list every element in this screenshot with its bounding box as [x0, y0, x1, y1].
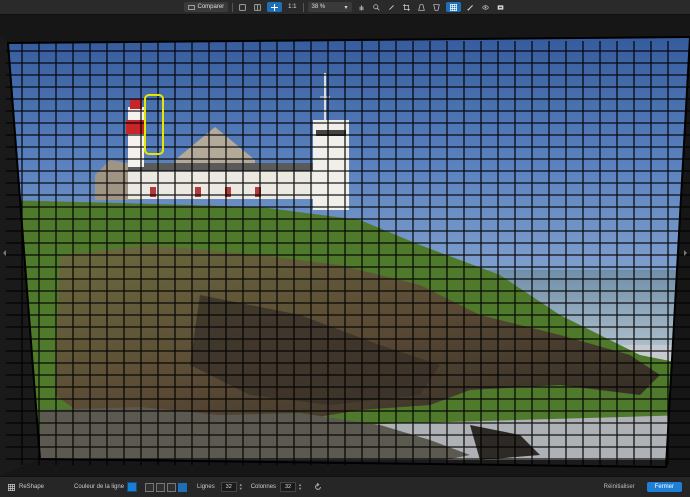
hand-tool-button[interactable] — [356, 2, 367, 12]
single-view-button[interactable] — [237, 2, 248, 12]
overlay-button[interactable] — [495, 2, 506, 12]
perspective-tool-button[interactable] — [416, 2, 427, 12]
eye-icon — [481, 4, 489, 11]
top-toolbar: Comparer 1:1 38 % ▾ — [0, 0, 690, 15]
chevron-down-icon: ▾ — [344, 4, 348, 11]
toolbar-divider — [302, 2, 304, 12]
tool-title: ReShape — [0, 483, 74, 491]
columns-label: Colonnes — [250, 484, 277, 490]
reshape-options-bar: ReShape Couleur de la ligne Lignes 32 ▲ ▼… — [0, 476, 690, 497]
move-tool-button[interactable] — [267, 2, 283, 12]
brush-tool-button[interactable] — [465, 2, 476, 12]
rows-input[interactable]: 32 — [220, 482, 237, 492]
reset-grid-icon[interactable] — [314, 482, 322, 491]
overlay-icon — [497, 4, 504, 11]
compare-label: Comparer — [197, 4, 225, 10]
grid-mode-button-3[interactable] — [167, 482, 177, 492]
preview-toggle-button[interactable] — [480, 2, 491, 12]
image-canvas[interactable] — [0, 15, 690, 476]
grid-mode-button-1[interactable] — [145, 482, 155, 492]
zoom-1-1-button[interactable]: 1:1 — [286, 2, 298, 12]
columns-stepper[interactable]: ▲ ▼ — [298, 483, 302, 491]
close-button[interactable]: Fermer — [646, 482, 682, 492]
zoom-icon — [372, 3, 380, 11]
perspective-alt-button[interactable] — [431, 2, 442, 12]
split-view-button[interactable] — [252, 2, 263, 12]
line-color-label: Couleur de la ligne — [74, 484, 125, 490]
line-color-swatch[interactable] — [127, 482, 138, 492]
columns-input[interactable]: 32 — [280, 482, 297, 492]
compare-icon — [188, 4, 196, 11]
perspective-icon — [417, 3, 425, 11]
tool-name: ReShape — [19, 484, 45, 490]
split-view-icon — [254, 3, 261, 11]
reset-button[interactable]: Réinitialiser — [604, 484, 635, 490]
rows-label: Lignes — [197, 484, 215, 490]
crop-tool-button[interactable] — [401, 2, 412, 12]
reshape-grid-icon — [449, 3, 457, 11]
zoom-level: 38 % — [311, 4, 326, 10]
zoom-tool-button[interactable] — [371, 2, 382, 12]
grid-mode-button-2[interactable] — [156, 482, 166, 492]
move-icon — [271, 3, 279, 11]
photo-preview — [0, 15, 690, 476]
hand-icon — [358, 4, 365, 11]
reshape-tool-button[interactable] — [445, 2, 461, 12]
eyedropper-tool-button[interactable] — [386, 2, 397, 12]
zoom-1-1-label: 1:1 — [288, 4, 297, 10]
reshape-grid-icon — [8, 483, 15, 491]
brush-icon — [467, 4, 474, 11]
eyedropper-icon — [388, 4, 395, 11]
compare-button[interactable]: Comparer — [184, 2, 229, 12]
perspective-alt-icon — [432, 3, 440, 11]
toolbar-divider — [232, 2, 234, 12]
zoom-select[interactable]: 38 % ▾ — [307, 2, 352, 12]
crop-icon — [402, 3, 410, 11]
grid-mode-button-4[interactable] — [178, 482, 188, 492]
rows-stepper[interactable]: ▲ ▼ — [239, 483, 243, 491]
single-view-icon — [239, 3, 246, 11]
